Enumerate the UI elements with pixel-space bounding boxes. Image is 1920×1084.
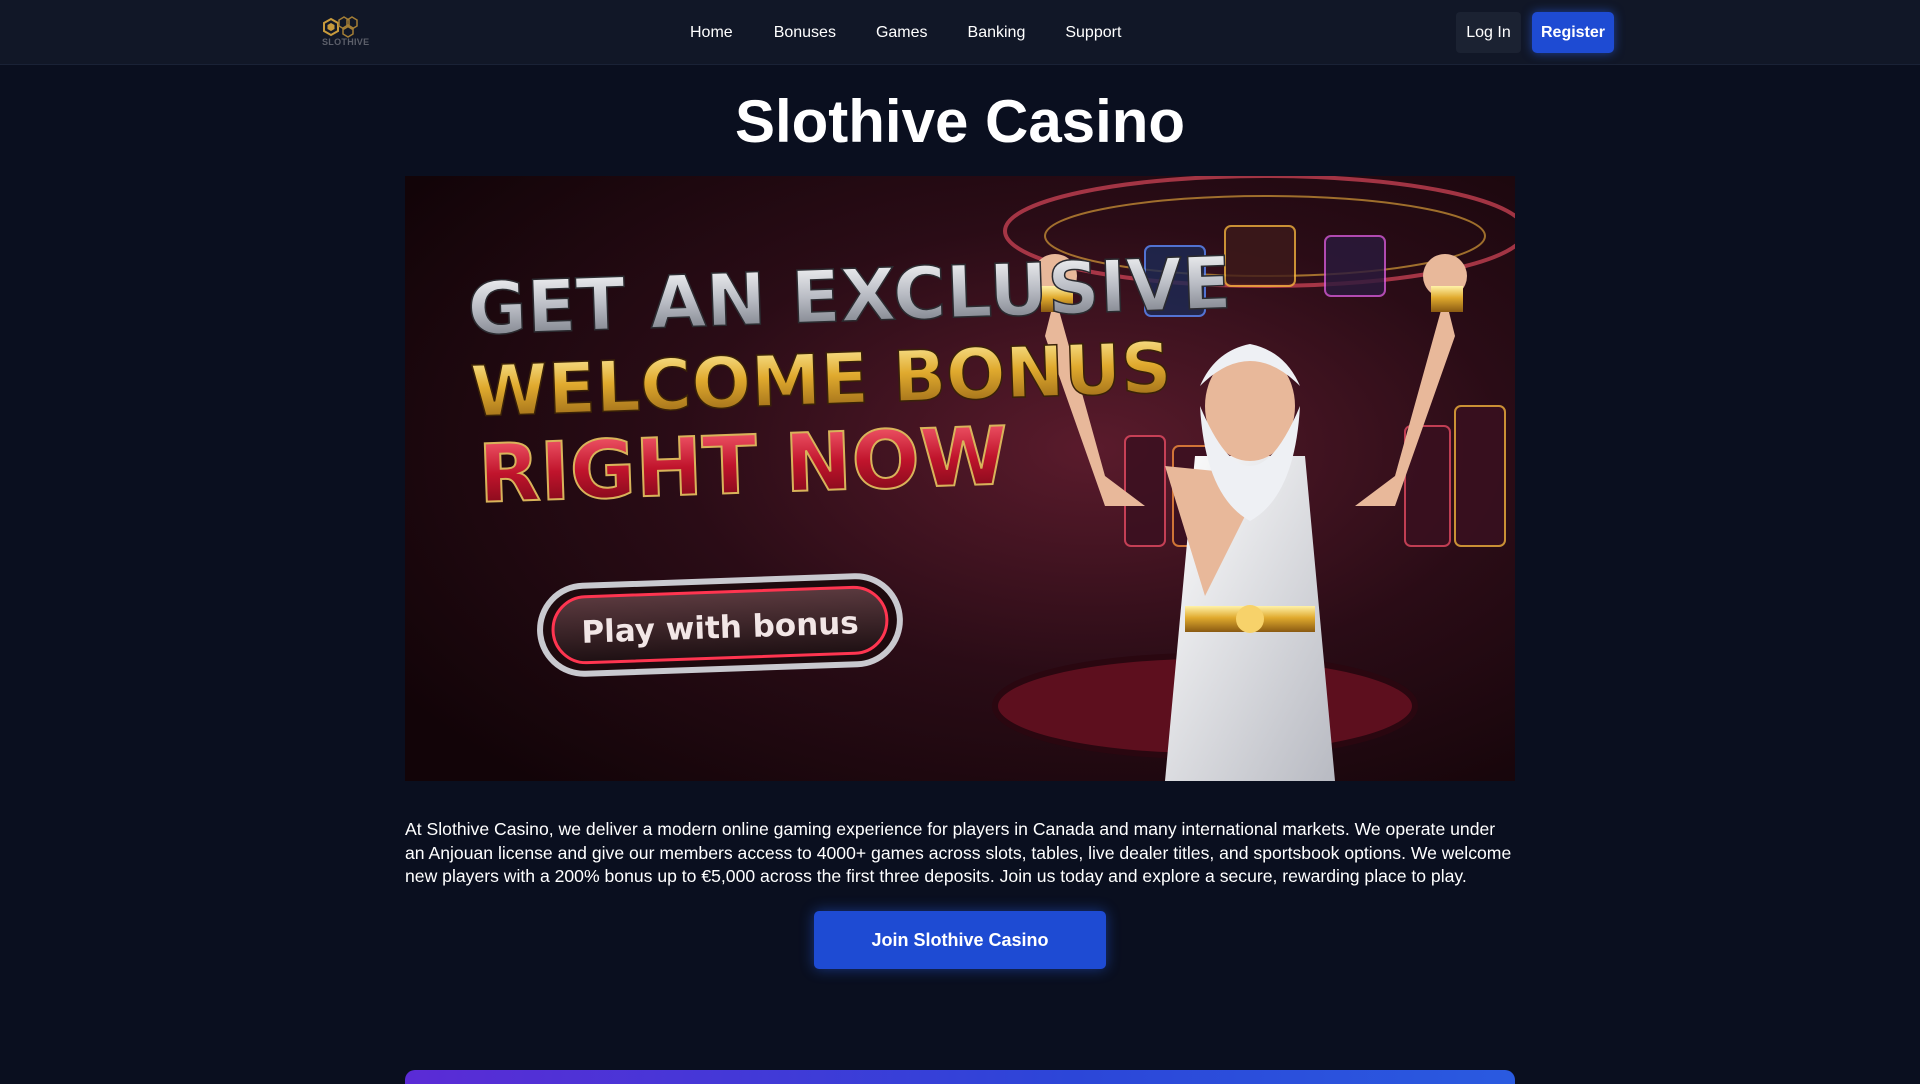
login-button[interactable]: Log In [1456, 12, 1521, 53]
nav-link-bonuses[interactable]: Bonuses [774, 24, 836, 42]
register-button[interactable]: Register [1532, 12, 1614, 53]
nav-link-support[interactable]: Support [1065, 24, 1121, 42]
banner-artwork: GET AN EXCLUSIVE WELCOME BONUS RIGHT NOW… [405, 176, 1515, 781]
nav-link-games[interactable]: Games [876, 24, 928, 42]
top-navigation-bar: SLOTHIVE Home Bonuses Games Banking Supp… [0, 0, 1920, 65]
hexagon-logo-icon [323, 16, 358, 38]
banner-headline-line3: RIGHT NOW [477, 409, 1010, 520]
join-casino-button[interactable]: Join Slothive Casino [814, 911, 1106, 969]
nav-link-home[interactable]: Home [690, 24, 733, 42]
logo-wordmark: SLOTHIVE [322, 37, 370, 47]
main-nav: Home Bonuses Games Banking Support [690, 0, 1161, 65]
promo-section-top-edge [405, 1070, 1515, 1084]
nav-link-banking[interactable]: Banking [968, 24, 1026, 42]
welcome-bonus-banner[interactable]: GET AN EXCLUSIVE WELCOME BONUS RIGHT NOW… [405, 176, 1515, 781]
site-logo[interactable]: SLOTHIVE [322, 16, 380, 50]
intro-paragraph: At Slothive Casino, we deliver a modern … [405, 819, 1512, 887]
play-with-bonus-button[interactable]: Play with bonus [537, 573, 903, 677]
page-title: Slothive Casino [734, 88, 1186, 155]
